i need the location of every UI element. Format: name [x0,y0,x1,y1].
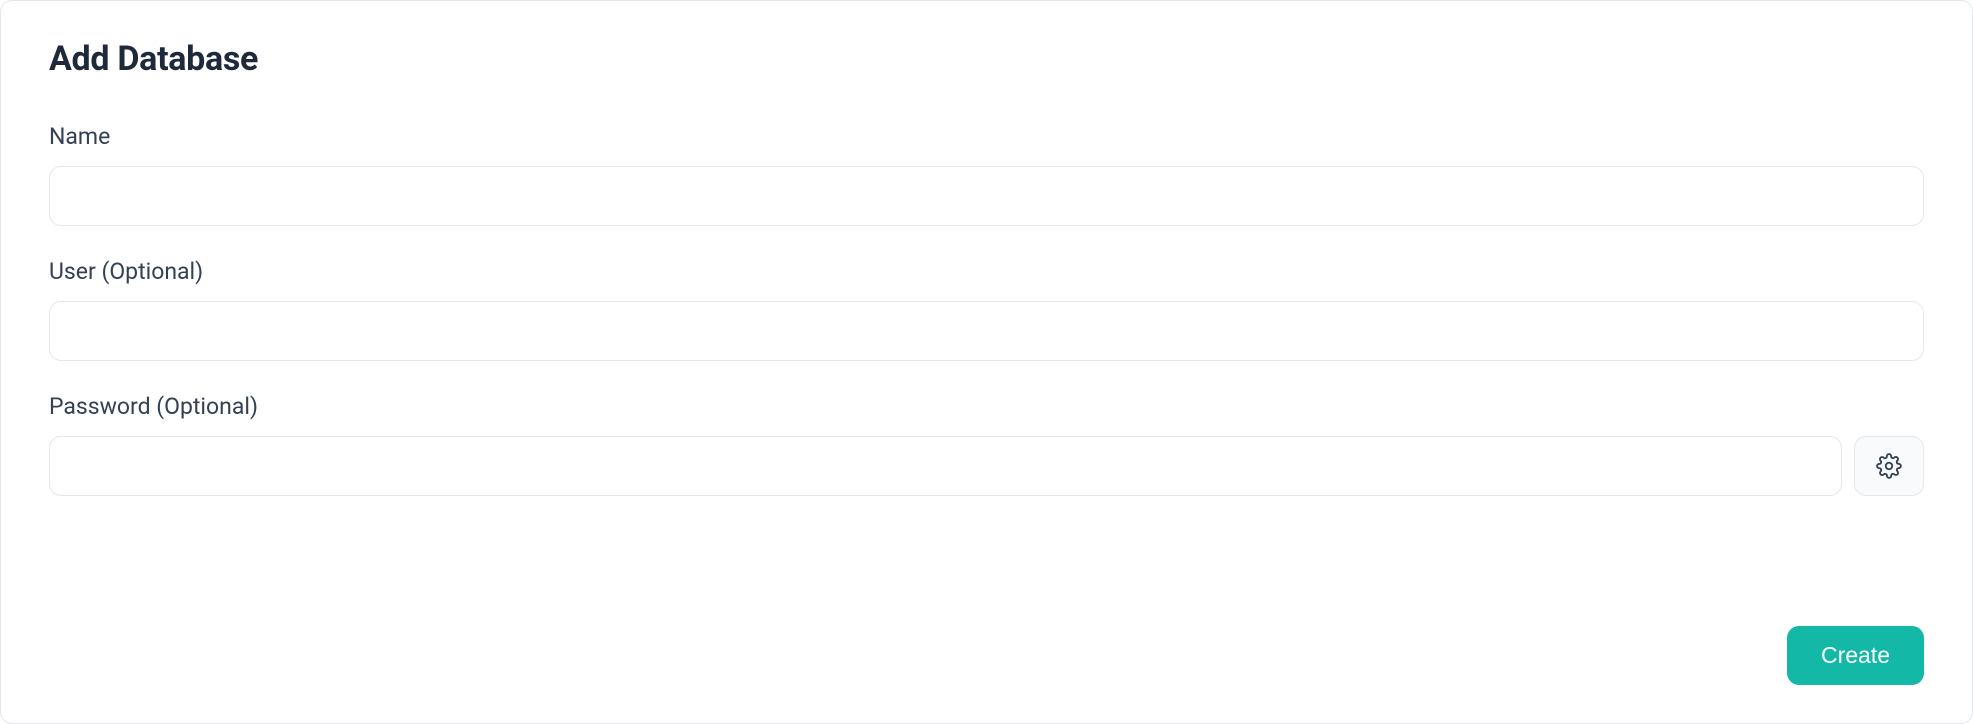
create-button[interactable]: Create [1787,626,1924,685]
name-input[interactable] [49,166,1924,226]
password-label: Password (Optional) [49,393,1924,420]
password-input[interactable] [49,436,1842,496]
form-group-password: Password (Optional) [49,393,1924,496]
button-row: Create [1787,626,1924,685]
password-settings-button[interactable] [1854,436,1924,496]
name-label: Name [49,123,1924,150]
form-group-name: Name [49,123,1924,226]
user-input[interactable] [49,301,1924,361]
page-title: Add Database [49,39,1924,79]
user-label: User (Optional) [49,258,1924,285]
form-group-user: User (Optional) [49,258,1924,361]
password-row [49,436,1924,496]
gear-icon [1876,453,1902,479]
add-database-panel: Add Database Name User (Optional) Passwo… [0,0,1973,724]
